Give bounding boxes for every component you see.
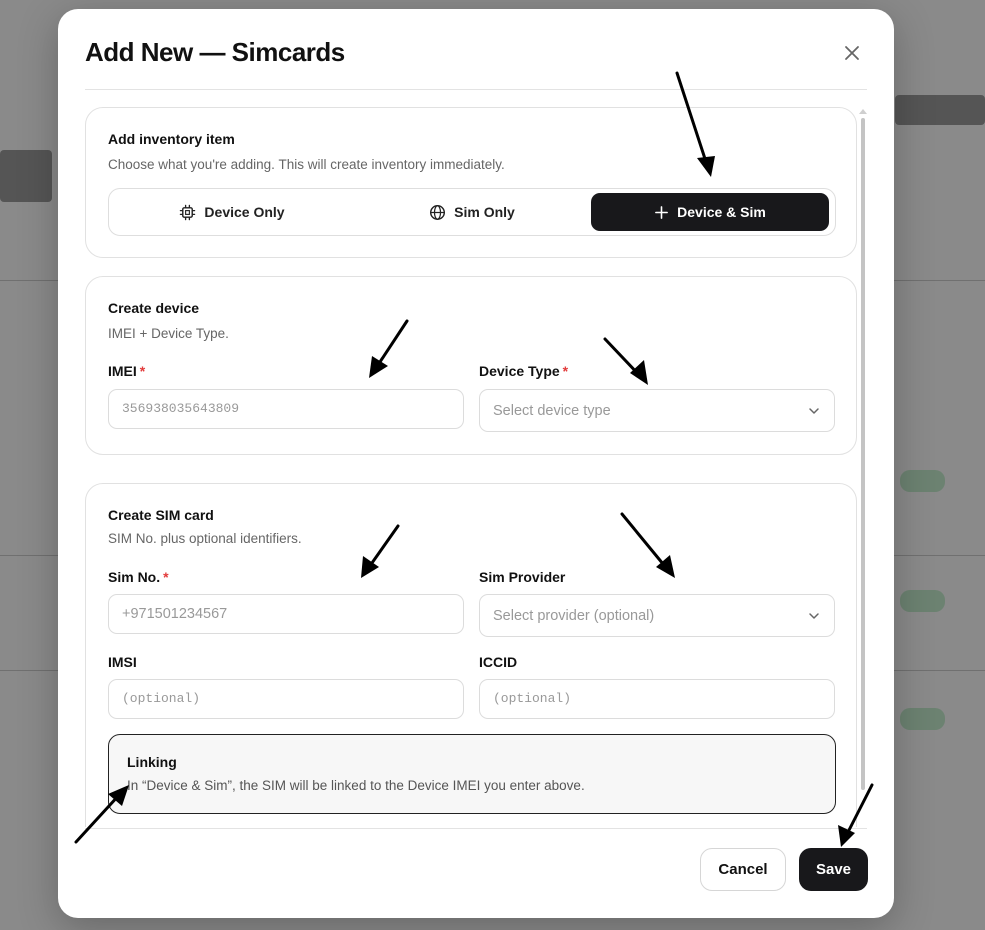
option-sim-only[interactable]: Sim Only bbox=[353, 193, 591, 231]
option-label: Device Only bbox=[204, 204, 285, 220]
dialog-title: Add New — Simcards bbox=[85, 37, 345, 67]
linking-title: Linking bbox=[127, 754, 177, 770]
iccid-input[interactable]: (optional) bbox=[479, 679, 835, 719]
sim-no-input[interactable]: +971501234567 bbox=[108, 594, 464, 634]
close-button[interactable] bbox=[840, 41, 864, 65]
chevron-down-icon bbox=[809, 612, 819, 619]
inventory-card-title: Add inventory item bbox=[108, 131, 235, 147]
device-type-placeholder: Select device type bbox=[493, 402, 611, 419]
option-device-and-sim[interactable]: Device & Sim bbox=[591, 193, 829, 231]
device-type-label: Device Type * bbox=[479, 363, 568, 379]
inventory-type-selector: Device Only Sim Only Device & Sim bbox=[108, 188, 836, 236]
save-button[interactable]: Save bbox=[799, 848, 868, 891]
required-mark: * bbox=[163, 569, 169, 585]
create-sim-card: Create SIM card SIM No. plus optional id… bbox=[85, 483, 857, 827]
create-device-card: Create device IMEI + Device Type. IMEI * … bbox=[85, 276, 857, 455]
dialog-body[interactable]: Add inventory item Choose what you're ad… bbox=[85, 107, 857, 827]
add-simcard-dialog: Add New — Simcards Add inventory item Ch… bbox=[58, 9, 894, 918]
imei-input[interactable]: 356938035643809 bbox=[108, 389, 464, 429]
sim-provider-label: Sim Provider bbox=[479, 569, 566, 585]
sim-card-title: Create SIM card bbox=[108, 507, 214, 523]
device-card-subtitle: IMEI + Device Type. bbox=[108, 326, 229, 341]
background-badge bbox=[900, 708, 945, 730]
sim-no-label: Sim No. * bbox=[108, 569, 169, 585]
scroll-up-arrow[interactable] bbox=[859, 109, 867, 114]
background-badge bbox=[900, 590, 945, 612]
imsi-input[interactable]: (optional) bbox=[108, 679, 464, 719]
scrollbar-thumb[interactable] bbox=[861, 118, 865, 790]
plus-icon bbox=[655, 205, 669, 219]
linking-text: In “Device & Sim”, the SIM will be linke… bbox=[127, 778, 585, 793]
imei-label-text: IMEI bbox=[108, 363, 137, 379]
device-type-label-text: Device Type bbox=[479, 363, 560, 379]
linking-note: Linking In “Device & Sim”, the SIM will … bbox=[108, 734, 836, 814]
chevron-down-icon bbox=[809, 407, 819, 414]
background-bar bbox=[0, 150, 52, 202]
required-mark: * bbox=[562, 363, 569, 379]
sim-provider-placeholder: Select provider (optional) bbox=[493, 607, 655, 624]
option-label: Device & Sim bbox=[677, 204, 766, 220]
required-mark: * bbox=[139, 363, 146, 379]
footer-divider bbox=[85, 828, 867, 829]
background-badge bbox=[900, 470, 945, 492]
inventory-card-subtitle: Choose what you're adding. This will cre… bbox=[108, 157, 505, 172]
chip-icon bbox=[180, 204, 196, 220]
globe-icon bbox=[430, 204, 446, 220]
iccid-label: ICCID bbox=[479, 654, 518, 670]
header-divider bbox=[85, 89, 867, 90]
device-card-title: Create device bbox=[108, 300, 200, 316]
inventory-type-card: Add inventory item Choose what you're ad… bbox=[85, 107, 857, 258]
cancel-button[interactable]: Cancel bbox=[700, 848, 786, 891]
option-label: Sim Only bbox=[454, 204, 515, 220]
option-device-only[interactable]: Device Only bbox=[113, 193, 351, 231]
close-icon bbox=[845, 46, 859, 60]
imsi-label: IMSI bbox=[108, 654, 137, 670]
sim-card-subtitle: SIM No. plus optional identifiers. bbox=[108, 531, 302, 546]
device-type-select[interactable]: Select device type bbox=[479, 389, 835, 432]
sim-provider-select[interactable]: Select provider (optional) bbox=[479, 594, 835, 637]
background-bar bbox=[895, 95, 985, 125]
sim-no-label-text: Sim No. bbox=[108, 569, 161, 585]
imei-label: IMEI * bbox=[108, 363, 145, 379]
